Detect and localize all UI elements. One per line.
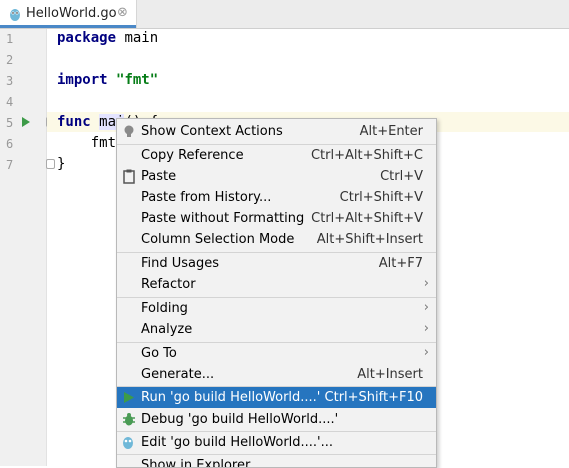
menu-item-label: Copy Reference — [141, 148, 244, 163]
menu-item-label: Edit 'go build HelloWorld....'... — [141, 435, 334, 450]
menu-item-refactor[interactable]: Refactor › — [117, 274, 436, 295]
menu-item-shortcut: Alt+F7 — [378, 256, 423, 271]
menu-item-shortcut: Ctrl+Alt+Shift+C — [310, 148, 423, 163]
menu-item-label: Debug 'go build HelloWorld....' — [141, 412, 339, 427]
keyword: func — [57, 114, 91, 130]
editor-tab-bar: HelloWorld.go ⊗ — [0, 0, 569, 29]
menu-item-label: Paste from History... — [141, 190, 272, 205]
menu-item-paste[interactable]: Paste Ctrl+V — [117, 166, 436, 187]
menu-item-show-in-explorer[interactable]: Show in Explorer — [117, 455, 436, 468]
menu-item-paste-from-history[interactable]: Paste from History... Ctrl+Shift+V — [117, 187, 436, 208]
menu-item-shortcut: Alt+Insert — [357, 367, 423, 382]
line-number: 3 — [6, 74, 14, 88]
menu-item-shortcut: Alt+Enter — [359, 124, 423, 139]
line-number: 7 — [6, 158, 14, 172]
menu-item-label: Show Context Actions — [141, 124, 283, 139]
fold-end-marker-icon[interactable] — [46, 159, 55, 169]
active-tab-indicator — [0, 25, 136, 28]
clipboard-icon — [123, 169, 135, 184]
debug-icon — [123, 413, 135, 426]
menu-item-shortcut: Ctrl+Shift+F10 — [324, 390, 423, 405]
menu-item-paste-without-formatting[interactable]: Paste without Formatting Ctrl+Alt+Shift+… — [117, 208, 436, 229]
edit-config-icon — [123, 437, 133, 449]
menu-item-edit-configuration[interactable]: Edit 'go build HelloWorld....'... — [117, 432, 436, 453]
menu-item-column-selection-mode[interactable]: Column Selection Mode Alt+Shift+Insert — [117, 229, 436, 250]
run-gutter-icon[interactable] — [22, 117, 30, 127]
keyword: import — [57, 72, 108, 88]
go-file-icon — [10, 9, 20, 21]
menu-item-copy-reference[interactable]: Copy Reference Ctrl+Alt+Shift+C — [117, 145, 436, 166]
run-icon — [124, 392, 134, 403]
menu-item-label: Refactor — [141, 277, 196, 292]
menu-item-shortcut: Ctrl+Shift+V — [339, 190, 423, 205]
menu-item-shortcut: Ctrl+V — [380, 169, 423, 184]
menu-item-generate[interactable]: Generate... Alt+Insert — [117, 364, 436, 385]
close-tab-icon[interactable]: ⊗ — [117, 5, 128, 20]
line-number: 2 — [6, 53, 14, 67]
menu-item-label: Paste without Formatting — [141, 211, 305, 226]
line-number: 5 — [6, 116, 14, 130]
line-number: 4 — [6, 95, 14, 109]
line-number: 1 — [6, 32, 14, 46]
menu-item-shortcut: Ctrl+Alt+Shift+V — [311, 211, 423, 226]
code-line-3[interactable]: import "fmt" — [57, 72, 158, 88]
menu-item-label: Find Usages — [141, 256, 220, 271]
editor-context-menu: Show Context Actions Alt+Enter Copy Refe… — [116, 118, 437, 468]
line-number-gutter: 1 2 3 4 5 6 7 — [0, 29, 47, 466]
menu-item-analyze[interactable]: Analyze › — [117, 319, 436, 340]
menu-item-go-to[interactable]: Go To › — [117, 343, 436, 364]
submenu-arrow-icon: › — [423, 300, 429, 315]
keyword: package — [57, 30, 117, 46]
code-line-6[interactable]: fmt. — [57, 135, 125, 151]
menu-item-run-configuration[interactable]: Run 'go build HelloWorld....' Ctrl+Shift… — [117, 387, 436, 408]
menu-item-find-usages[interactable]: Find Usages Alt+F7 — [117, 253, 436, 274]
tab-title: HelloWorld.go — [26, 6, 117, 21]
menu-item-label: Show in Explorer — [141, 458, 251, 468]
menu-item-folding[interactable]: Folding › — [117, 298, 436, 319]
code-line-7[interactable]: } — [57, 156, 65, 172]
menu-item-label: Folding — [141, 301, 188, 316]
submenu-arrow-icon: › — [423, 345, 429, 360]
menu-item-show-context-actions[interactable]: Show Context Actions Alt+Enter — [117, 121, 436, 142]
menu-item-label: Analyze — [141, 322, 193, 337]
bulb-icon — [124, 125, 134, 137]
submenu-arrow-icon: › — [423, 276, 429, 291]
menu-item-label: Generate... — [141, 367, 215, 382]
menu-item-label: Paste — [141, 169, 177, 184]
menu-item-shortcut: Alt+Shift+Insert — [316, 232, 423, 247]
tab-helloworld-go[interactable]: HelloWorld.go ⊗ — [0, 0, 137, 28]
string-literal: "fmt" — [116, 72, 159, 88]
menu-item-label: Column Selection Mode — [141, 232, 295, 247]
menu-item-label: Go To — [141, 346, 177, 361]
submenu-arrow-icon: › — [423, 321, 429, 336]
code-text: main — [116, 30, 159, 46]
code-line-1[interactable]: package main — [57, 30, 158, 46]
menu-item-label: Run 'go build HelloWorld....' — [141, 390, 321, 405]
line-number: 6 — [6, 137, 14, 151]
menu-item-debug-configuration[interactable]: Debug 'go build HelloWorld....' — [117, 409, 436, 430]
